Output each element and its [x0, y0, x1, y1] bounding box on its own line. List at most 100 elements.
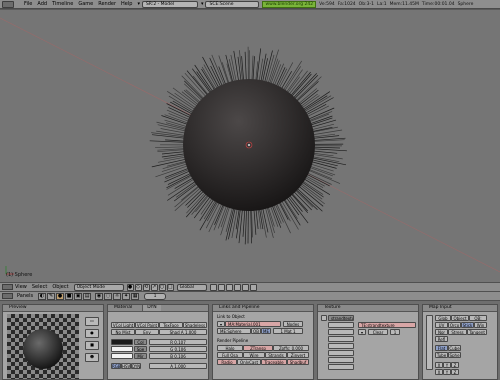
rgb-mode-button[interactable]: RGB	[111, 363, 121, 369]
spe-button[interactable]: Spe	[134, 346, 147, 352]
frame-field[interactable]: 1	[144, 292, 167, 300]
mode-selector[interactable]: Object Mode	[73, 283, 124, 291]
col-swatch[interactable]	[111, 339, 133, 345]
manipulator-toggle-icon[interactable]: ⟲	[142, 283, 150, 291]
shad-alpha-field[interactable]: Shad A 1.000	[159, 329, 207, 335]
shading-context-icon[interactable]: ●	[56, 292, 65, 300]
texface-button[interactable]: TexFace	[159, 322, 183, 328]
screen-browse-icon[interactable]: ▾	[137, 1, 140, 7]
preview-sphere-button[interactable]: ●	[85, 329, 99, 338]
tab-dyn[interactable]: DYN	[142, 305, 161, 311]
texture-slot-7[interactable]	[328, 357, 354, 363]
red-slider[interactable]: R 0.107	[149, 339, 207, 345]
alpha-slider[interactable]: A 1.000	[149, 363, 207, 369]
texture-slot-5[interactable]	[328, 343, 354, 349]
scale-icon[interactable]: □	[166, 283, 174, 291]
texture-slot-2[interactable]	[328, 322, 354, 328]
sphe-button[interactable]: Sphe	[448, 352, 461, 358]
shadeless-button[interactable]: Shadeless	[183, 322, 207, 328]
mir-swatch[interactable]	[111, 353, 133, 359]
zinvert-button[interactable]: Zinvert	[287, 352, 309, 358]
strands-button[interactable]: Strands	[265, 352, 287, 358]
proj-z-button[interactable]: Z	[451, 369, 459, 375]
vcol-paint-button[interactable]: VCol Paint	[135, 322, 159, 328]
object-button[interactable]: Object	[451, 315, 469, 321]
traceable-button[interactable]: Traceable	[261, 359, 287, 365]
preview-flat-button[interactable]: ▭	[85, 317, 99, 326]
halo-button[interactable]: Halo	[217, 345, 243, 351]
lamp-subcontext-icon[interactable]: ☼	[113, 292, 122, 300]
lock-icon[interactable]	[241, 283, 249, 291]
stress-button[interactable]: Stress	[448, 329, 467, 335]
editing-context-icon[interactable]: ▣	[74, 292, 83, 300]
orco-button[interactable]: Orco	[448, 322, 461, 328]
map-input-scrollbar[interactable]	[426, 315, 433, 370]
tab-links-pipeline[interactable]: Links and Pipeline	[219, 305, 260, 311]
layer-icon[interactable]	[225, 283, 233, 291]
material-count-field[interactable]: 1 Mat 1	[273, 328, 303, 334]
3d-viewport[interactable]: (1) Sphere	[0, 10, 500, 282]
cube-button[interactable]: Cube	[448, 345, 461, 351]
radio-subcontext-icon[interactable]: ✦	[122, 292, 131, 300]
onlycast-button[interactable]: OnlyCast	[237, 359, 261, 365]
scene-selector[interactable]: SCE:Scene	[205, 0, 260, 8]
render-preview-icon[interactable]	[249, 283, 257, 291]
material-browse-button[interactable]: ▾	[217, 321, 225, 327]
blue-slider[interactable]: B 0.106	[149, 353, 207, 359]
menu-view[interactable]: View	[15, 284, 27, 290]
menu-render[interactable]: Render	[98, 1, 116, 7]
spe-swatch[interactable]	[111, 346, 133, 352]
glob-button[interactable]: Glob	[435, 315, 451, 321]
script-context-icon[interactable]: ✎	[47, 292, 56, 300]
rotate-icon[interactable]: ○	[158, 283, 166, 291]
nor-button[interactable]: Nor	[435, 329, 448, 335]
texture-subcontext-icon[interactable]: ▦	[131, 292, 140, 300]
dyn-mode-button[interactable]: DYN	[131, 363, 141, 369]
col-button[interactable]: Col	[134, 339, 147, 345]
scene-context-icon[interactable]: ▤	[83, 292, 92, 300]
menu-object[interactable]: Object	[52, 284, 68, 290]
proj-x-button[interactable]: X	[435, 369, 443, 375]
mesh-name-field[interactable]: ME:Sphere	[217, 328, 251, 334]
proj-y-button[interactable]: Y	[443, 362, 451, 368]
shadbuf-button[interactable]: Shadbuf	[287, 359, 309, 365]
ob-field[interactable]: OB:	[469, 315, 487, 321]
scene-browse-icon[interactable]: ▾	[201, 1, 204, 7]
logic-context-icon[interactable]: ◐	[38, 292, 47, 300]
translate-icon[interactable]: ↗	[150, 283, 158, 291]
texture-browse-button[interactable]: ▾	[358, 329, 366, 335]
green-slider[interactable]: G 0.106	[149, 346, 207, 352]
uv-button[interactable]: UV	[435, 322, 448, 328]
refl-button[interactable]: Refl	[435, 336, 448, 342]
layer-icon[interactable]	[233, 283, 241, 291]
menu-select[interactable]: Select	[32, 284, 47, 290]
texture-slot-3[interactable]	[328, 329, 354, 335]
proj-z-button[interactable]: Z	[451, 362, 459, 368]
flat-button[interactable]: Flat	[435, 345, 448, 351]
vcol-light-button[interactable]: VCol Light	[111, 322, 135, 328]
zoffs-field[interactable]: Zoffs: 0.000	[273, 345, 309, 351]
layer-icon[interactable]	[209, 283, 217, 291]
layer-icon[interactable]	[217, 283, 225, 291]
menu-timeline[interactable]: Timeline	[52, 1, 73, 7]
tab-material[interactable]: Material	[114, 305, 132, 311]
material-name-field[interactable]: MA:Material.001	[225, 321, 281, 327]
tube-button[interactable]: Tube	[435, 352, 448, 358]
world-subcontext-icon[interactable]: ◌	[104, 292, 113, 300]
menu-file[interactable]: File	[24, 1, 32, 7]
window-type-icon[interactable]	[2, 0, 14, 8]
full-osa-button[interactable]: Full Osa	[217, 352, 243, 358]
me-link-button[interactable]: ME	[261, 328, 271, 334]
radio-button[interactable]: Radio	[217, 359, 237, 365]
blender-url-badge[interactable]: www.blender.org 242	[262, 0, 317, 8]
stick-button[interactable]: Stick	[461, 322, 474, 328]
wire-button[interactable]: Wire	[243, 352, 265, 358]
preview-monkey-button[interactable]: ☻	[85, 353, 99, 362]
texture-slot-6[interactable]	[328, 350, 354, 356]
pivot-icon[interactable]: ◇	[134, 283, 142, 291]
mir-button[interactable]: Mir	[134, 353, 147, 359]
texture-name-field[interactable]: TE:strandtexture	[358, 322, 416, 328]
viewport-canvas[interactable]	[0, 10, 500, 282]
ztransp-button[interactable]: ZTransp	[243, 345, 273, 351]
editor-type-icon[interactable]	[2, 284, 13, 290]
